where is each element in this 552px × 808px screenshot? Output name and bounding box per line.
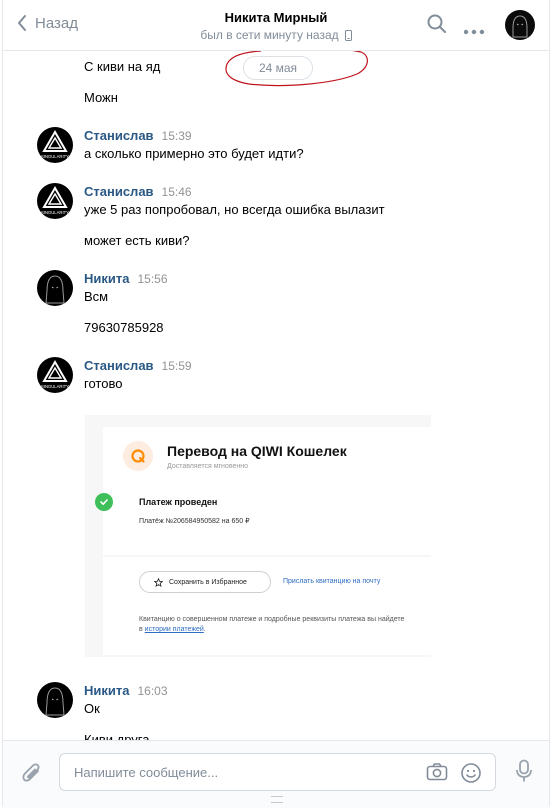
resize-grip[interactable] bbox=[271, 796, 283, 803]
smile-icon bbox=[461, 763, 481, 783]
message-meta: Никита 16:03 bbox=[84, 683, 168, 698]
message-text: Ок bbox=[84, 701, 100, 716]
message-text: Всм bbox=[84, 289, 109, 304]
email-receipt-link: Прислать квитанцию на почту bbox=[283, 578, 381, 585]
phone-icon bbox=[344, 29, 352, 41]
message-meta: Станислав 15:59 bbox=[84, 358, 192, 373]
author-avatar[interactable]: SINGULARITY bbox=[37, 183, 73, 219]
message-text: может есть киви? bbox=[84, 233, 190, 248]
receipt-actions-card: Сохранить в Избранное Прислать квитанцию… bbox=[103, 557, 431, 655]
camera-button[interactable] bbox=[426, 762, 448, 787]
message-text: а сколько примерно это будет идти? bbox=[84, 146, 304, 161]
singularity-logo-icon: SINGULARITY bbox=[41, 186, 69, 215]
paperclip-icon bbox=[22, 763, 40, 782]
message-meta: Станислав 15:46 bbox=[84, 184, 192, 199]
more-button[interactable] bbox=[463, 22, 485, 40]
chat-window: Назад Никита Мирный был в сети минуту на… bbox=[2, 0, 550, 808]
author-avatar[interactable]: SINGULARITY bbox=[37, 357, 73, 393]
contact-status: был в сети минуту назад bbox=[200, 28, 352, 42]
back-button[interactable]: Назад bbox=[17, 14, 78, 32]
back-label: Назад bbox=[35, 14, 78, 32]
receipt-image-attachment[interactable]: Перевод на QIWI Кошелек Доставляется мгн… bbox=[85, 415, 431, 657]
message-text: уже 5 раз попробовал, но всегда ошибка в… bbox=[84, 202, 385, 217]
author-avatar[interactable]: SINGULARITY bbox=[37, 127, 73, 163]
author-avatar[interactable] bbox=[37, 682, 73, 718]
hooded-figure-icon bbox=[45, 275, 65, 304]
microphone-icon bbox=[516, 759, 532, 782]
message-time[interactable]: 16:03 bbox=[137, 684, 167, 698]
message-text: Можн bbox=[84, 90, 118, 105]
message-composer bbox=[3, 740, 549, 808]
save-favorite-label: Сохранить в Избранное bbox=[169, 578, 247, 586]
search-button[interactable] bbox=[427, 14, 447, 39]
voice-message-button[interactable] bbox=[515, 759, 533, 788]
message-meta: Станислав 15:39 bbox=[84, 128, 192, 143]
contact-status-text: был в сети минуту назад bbox=[200, 28, 339, 42]
attach-button[interactable] bbox=[21, 761, 43, 790]
message-text: готово bbox=[84, 376, 123, 391]
avatar-caption: SINGULARITY bbox=[41, 210, 69, 215]
avatar-caption: SINGULARITY bbox=[41, 384, 69, 389]
hooded-figure-icon bbox=[512, 15, 528, 38]
message-time[interactable]: 15:56 bbox=[137, 272, 167, 286]
payment-history-link: истории платежей bbox=[144, 626, 204, 633]
receipt-main-card: Перевод на QIWI Кошелек Доставляется мгн… bbox=[95, 427, 431, 555]
author-name[interactable]: Станислав bbox=[84, 358, 154, 373]
date-separator: 24 мая bbox=[243, 56, 313, 80]
author-name[interactable]: Станислав bbox=[84, 128, 154, 143]
qiwi-logo-icon bbox=[123, 441, 153, 471]
author-avatar[interactable] bbox=[37, 270, 73, 306]
message-time[interactable]: 15:59 bbox=[162, 359, 192, 373]
singularity-logo-icon: SINGULARITY bbox=[41, 130, 69, 159]
message-text: С киви на яд bbox=[84, 59, 161, 74]
message-time[interactable]: 15:46 bbox=[162, 185, 192, 199]
hooded-figure-icon bbox=[45, 687, 65, 716]
more-horizontal-icon bbox=[463, 29, 485, 35]
star-icon bbox=[154, 577, 163, 587]
avatar-caption: SINGULARITY bbox=[41, 154, 69, 159]
message-meta: Никита 15:56 bbox=[84, 271, 168, 286]
receipt-title: Перевод на QIWI Кошелек bbox=[167, 443, 347, 459]
camera-icon bbox=[426, 763, 448, 781]
chevron-left-icon bbox=[18, 15, 26, 31]
message-input[interactable] bbox=[72, 764, 406, 781]
receipt-note-suffix: . bbox=[203, 626, 206, 633]
emoji-button[interactable] bbox=[460, 762, 482, 789]
message-feed: С киви на яд Можн 24 мая SINGULARITY Ста… bbox=[3, 50, 549, 740]
message-input-box bbox=[59, 753, 496, 791]
message-text: Киви друга bbox=[84, 732, 150, 740]
checkmark-icon bbox=[95, 493, 113, 511]
receipt-note: Квитанцию о совершенном платеже и подроб… bbox=[139, 615, 409, 635]
search-icon bbox=[427, 14, 446, 33]
save-favorite-button: Сохранить в Избранное bbox=[139, 571, 271, 593]
receipt-payment: Платёж №206584950582 на 650 ₽ bbox=[139, 518, 250, 525]
author-name[interactable]: Станислав bbox=[84, 184, 154, 199]
receipt-subtitle: Доставляется мгновенно bbox=[167, 463, 248, 470]
receipt-status: Платеж проведен bbox=[139, 497, 218, 507]
contact-avatar[interactable] bbox=[505, 10, 535, 40]
author-name[interactable]: Никита bbox=[84, 271, 129, 286]
message-time[interactable]: 15:39 bbox=[162, 129, 192, 143]
author-name[interactable]: Никита bbox=[84, 683, 129, 698]
chat-header: Назад Никита Мирный был в сети минуту на… bbox=[3, 0, 549, 51]
singularity-logo-icon: SINGULARITY bbox=[41, 360, 69, 389]
message-text: 79630785928 bbox=[84, 320, 164, 335]
